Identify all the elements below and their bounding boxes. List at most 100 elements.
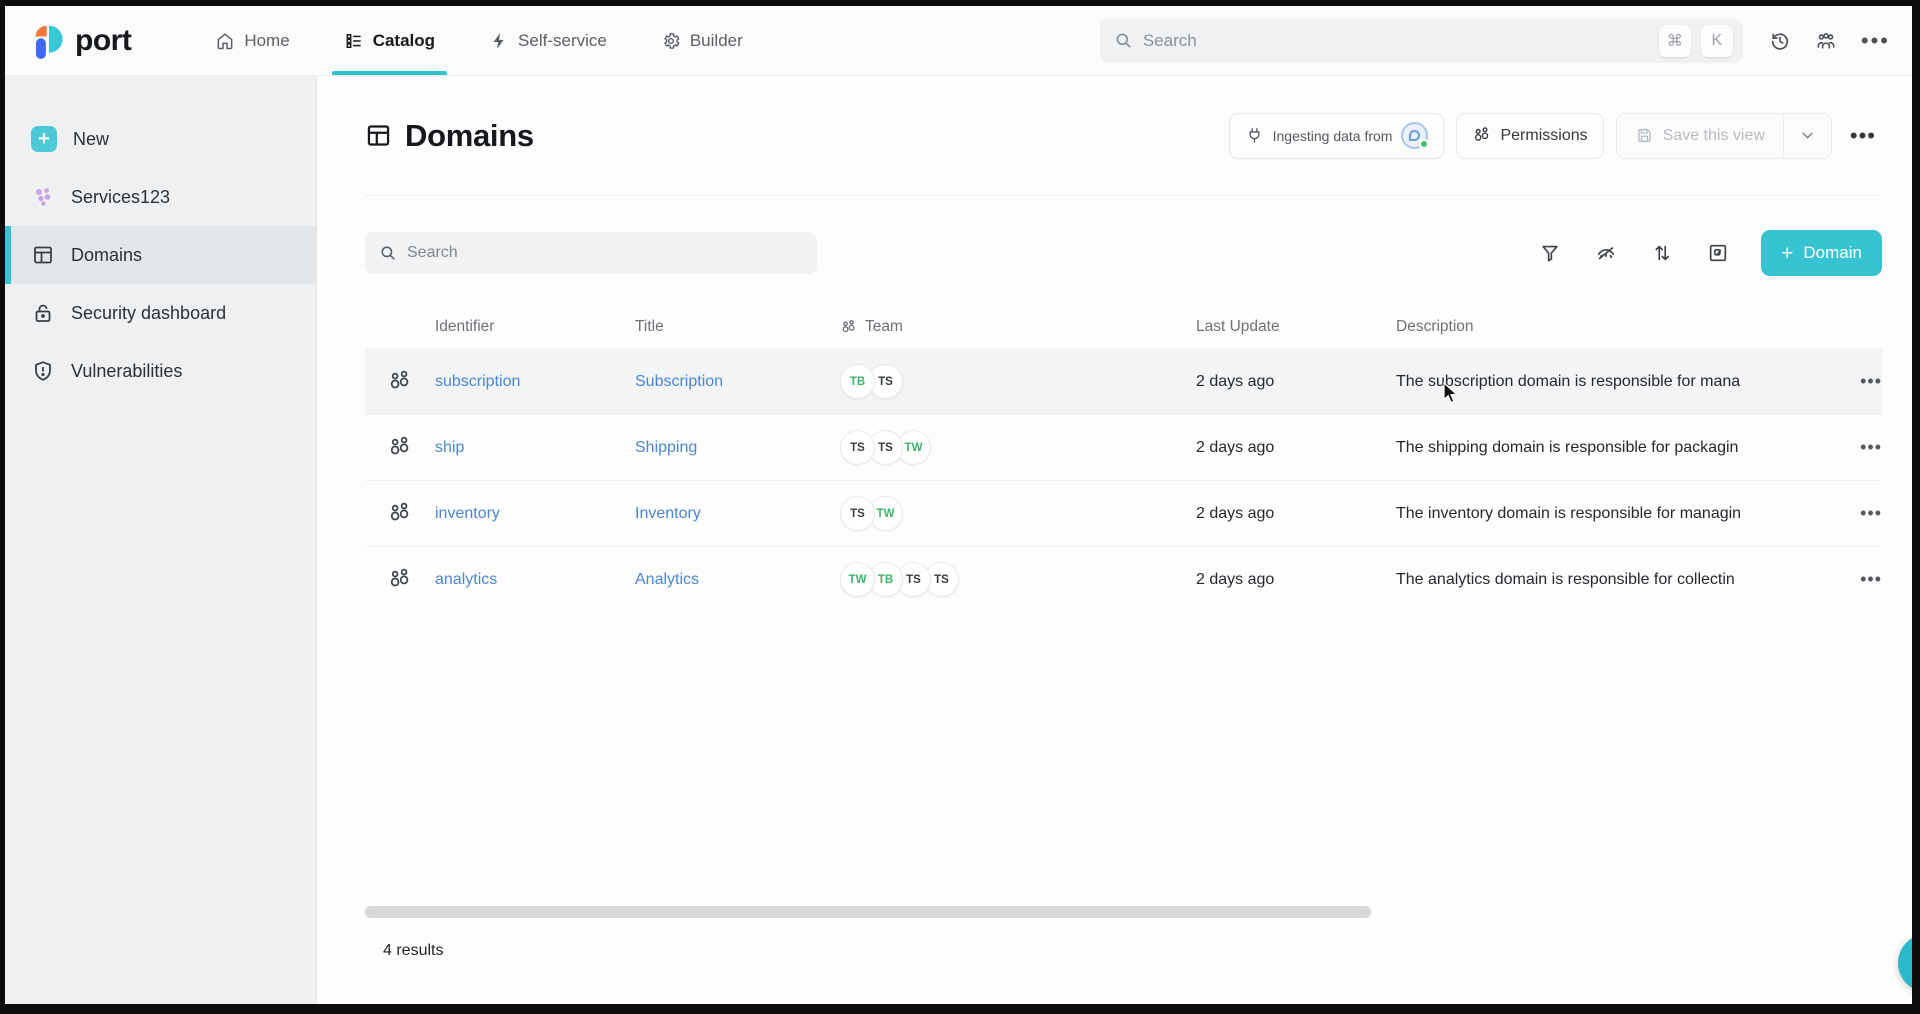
save-icon	[1635, 126, 1654, 145]
group-by-button[interactable]	[1697, 232, 1739, 274]
row-menu-button[interactable]: •••	[1860, 371, 1882, 392]
sidebar-item-services123[interactable]: Services123	[5, 168, 316, 226]
horizontal-scrollbar[interactable]	[365, 906, 1371, 918]
table-row[interactable]: subscription Subscription TB TS 2 days a…	[365, 348, 1882, 414]
eye-off-icon	[1595, 242, 1617, 264]
page-header: Domains Ingesting data from	[365, 76, 1882, 196]
blueprint-users-icon	[365, 435, 435, 460]
table-row[interactable]: ship Shipping TS TS TW 2 days ago The sh…	[365, 414, 1882, 480]
catalog-sidebar: + New Services123 Domains	[5, 76, 317, 1004]
plug-icon	[1245, 126, 1264, 145]
team-badge[interactable]: TS	[840, 496, 875, 531]
table-toolbar: + Domain	[365, 230, 1882, 276]
plus-icon: +	[1781, 243, 1793, 264]
save-view-split-button: Save this view	[1616, 113, 1832, 159]
ellipsis-icon: •••	[1850, 123, 1876, 148]
table-tools: + Domain	[1529, 230, 1882, 276]
k-key: K	[1701, 25, 1733, 57]
brand-name: port	[75, 24, 131, 58]
chevron-down-icon	[1800, 128, 1815, 143]
more-options-button[interactable]: •••	[1861, 28, 1890, 54]
lightning-icon	[489, 31, 509, 51]
team-badge[interactable]: TS	[840, 430, 875, 465]
nav-tab-catalog[interactable]: Catalog	[332, 6, 447, 75]
results-count: 4 results	[383, 942, 1882, 960]
team-badge[interactable]: TB	[840, 364, 875, 399]
team-badge[interactable]: TW	[840, 562, 875, 597]
filter-button[interactable]	[1529, 232, 1571, 274]
nav-tab-home[interactable]: Home	[203, 6, 301, 75]
sidebar-item-security-dashboard[interactable]: Security dashboard	[5, 284, 316, 342]
row-identifier-link[interactable]: analytics	[435, 571, 497, 588]
nav-tab-label: Home	[244, 31, 289, 51]
sidebar-item-new[interactable]: + New	[5, 110, 316, 168]
lock-icon	[31, 301, 55, 325]
history-button[interactable]	[1769, 30, 1791, 52]
column-header-team[interactable]: Team	[840, 318, 1196, 336]
port-logo[interactable]: port	[31, 21, 131, 61]
row-menu-button[interactable]: •••	[1860, 437, 1882, 458]
page-more-options-button[interactable]: •••	[1844, 119, 1882, 153]
ingest-source-avatar	[1401, 122, 1428, 149]
row-last-update: 2 days ago	[1196, 439, 1396, 457]
team-badges: TB TS	[840, 364, 1196, 399]
group-icon	[1707, 242, 1729, 264]
row-description: The shipping domain is responsible for p…	[1396, 439, 1836, 457]
add-domain-label: Domain	[1803, 243, 1862, 263]
nav-tab-builder[interactable]: Builder	[649, 6, 755, 75]
save-view-label: Save this view	[1663, 127, 1765, 145]
column-header-last-update[interactable]: Last Update	[1196, 318, 1396, 336]
save-view-button[interactable]: Save this view	[1617, 114, 1783, 158]
blueprint-users-icon	[365, 567, 435, 592]
sidebar-item-domains[interactable]: Domains	[5, 226, 316, 284]
add-domain-button[interactable]: + Domain	[1761, 230, 1882, 276]
global-search-input[interactable]	[1143, 31, 1649, 51]
row-title-link[interactable]: Inventory	[635, 505, 701, 522]
column-header-identifier[interactable]: Identifier	[435, 318, 635, 336]
row-title-link[interactable]: Analytics	[635, 571, 699, 588]
table-search-input[interactable]	[407, 244, 803, 262]
teams-button[interactable]	[1815, 30, 1837, 52]
filter-icon	[1539, 242, 1561, 264]
users-group-icon	[1815, 30, 1837, 52]
save-view-dropdown-button[interactable]	[1783, 114, 1831, 158]
ingesting-data-button[interactable]: Ingesting data from	[1229, 113, 1445, 159]
row-menu-button[interactable]: •••	[1860, 569, 1882, 590]
blueprint-users-icon	[365, 501, 435, 526]
column-header-team-label: Team	[865, 318, 903, 336]
table-search[interactable]	[365, 232, 817, 274]
sidebar-item-label: New	[73, 129, 109, 150]
sort-icon	[1651, 242, 1673, 264]
column-header-description[interactable]: Description	[1396, 318, 1836, 336]
row-identifier-link[interactable]: subscription	[435, 373, 520, 390]
table-header-row: Identifier Title Team Last Update Descri…	[365, 306, 1882, 348]
row-description: The subscription domain is responsible f…	[1396, 373, 1836, 391]
blueprint-users-icon	[365, 369, 435, 394]
sort-button[interactable]	[1641, 232, 1683, 274]
catalog-icon	[344, 31, 364, 51]
row-title-link[interactable]: Shipping	[635, 439, 697, 456]
ellipsis-icon: •••	[1860, 503, 1882, 523]
table-row[interactable]: analytics Analytics TW TB TS TS 2 days a…	[365, 546, 1882, 612]
header-actions: Ingesting data from Permissions	[1229, 113, 1882, 159]
row-identifier-link[interactable]: inventory	[435, 505, 500, 522]
table-row[interactable]: inventory Inventory TS TW 2 days ago The…	[365, 480, 1882, 546]
cmd-key: ⌘	[1659, 25, 1691, 57]
screen-frame: port Home Catalog Self-service	[0, 0, 1920, 1014]
sidebar-item-label: Vulnerabilities	[71, 361, 182, 382]
nav-tab-self-service[interactable]: Self-service	[477, 6, 619, 75]
row-last-update: 2 days ago	[1196, 373, 1396, 391]
main-nav: Home Catalog Self-service	[203, 6, 754, 75]
permissions-button[interactable]: Permissions	[1456, 113, 1603, 159]
column-header-title[interactable]: Title	[635, 318, 840, 336]
row-title-link[interactable]: Subscription	[635, 373, 723, 390]
nav-tab-label: Catalog	[373, 31, 435, 51]
hide-columns-button[interactable]	[1585, 232, 1627, 274]
row-menu-button[interactable]: •••	[1860, 503, 1882, 524]
sidebar-item-vulnerabilities[interactable]: Vulnerabilities	[5, 342, 316, 400]
row-last-update: 2 days ago	[1196, 505, 1396, 523]
history-icon	[1769, 30, 1791, 52]
row-identifier-link[interactable]: ship	[435, 439, 464, 456]
table-icon	[365, 122, 392, 149]
global-search[interactable]: ⌘ K	[1100, 19, 1743, 63]
